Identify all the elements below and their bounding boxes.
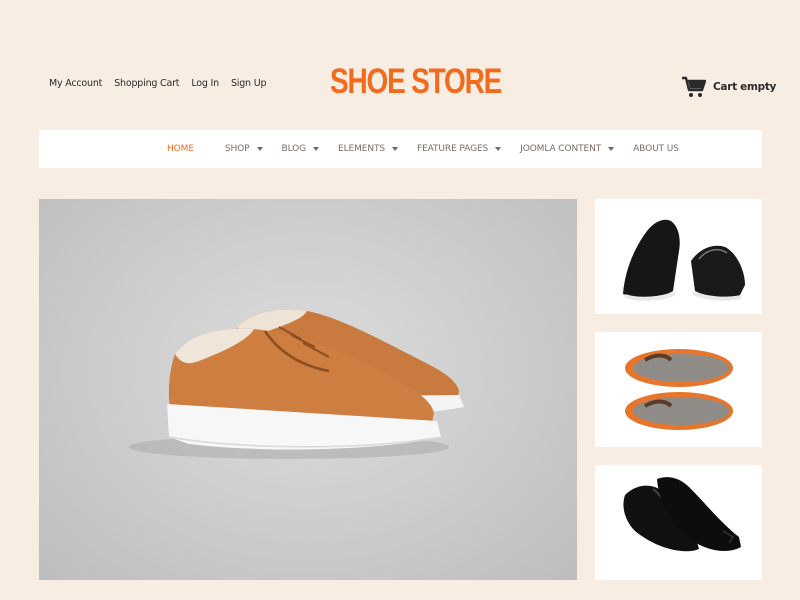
caret-down-icon [495, 147, 502, 151]
top-links: My Account Shopping Cart Log In Sign Up [49, 78, 266, 89]
nav-joomla-content-label: JOOMLA CONTENT [520, 144, 602, 154]
nav-about-us[interactable]: ABOUT US [633, 144, 679, 154]
caret-down-icon [608, 147, 615, 151]
nav-feature-pages-label: FEATURE PAGES [417, 144, 489, 154]
nav-feature-pages[interactable]: FEATURE PAGES [417, 144, 502, 154]
cart-widget[interactable]: Cart empty [682, 76, 776, 98]
nav-elements[interactable]: ELEMENTS [338, 144, 399, 154]
log-in-link[interactable]: Log In [191, 78, 219, 89]
nav-home[interactable]: HOME [167, 144, 194, 154]
nav-home-label: HOME [167, 144, 194, 154]
sign-up-link[interactable]: Sign Up [231, 78, 267, 89]
hero-banner-image[interactable] [39, 199, 577, 580]
cart-status: Cart empty [713, 81, 777, 93]
product-thumbnail-black-loafers[interactable] [595, 199, 762, 314]
main-nav: HOME SHOP BLOG ELEMENTS FEATURE PAGES JO… [39, 130, 762, 168]
cart-icon [682, 76, 706, 98]
nav-joomla-content[interactable]: JOOMLA CONTENT [520, 144, 615, 154]
product-thumbnail-black-oxfords[interactable] [595, 465, 762, 580]
nav-shop-label: SHOP [224, 144, 250, 154]
nav-blog-label: BLOG [281, 144, 307, 154]
nav-about-us-label: ABOUT US [633, 144, 679, 154]
store-logo[interactable]: SHOE STORE [330, 62, 502, 102]
caret-down-icon [313, 147, 320, 151]
nav-shop[interactable]: SHOP [225, 144, 263, 154]
product-thumbnail-grey-sneakers[interactable] [595, 332, 762, 447]
caret-down-icon [256, 147, 263, 151]
nav-blog[interactable]: BLOG [282, 144, 320, 154]
nav-elements-label: ELEMENTS [338, 144, 386, 154]
shopping-cart-link[interactable]: Shopping Cart [114, 78, 179, 89]
my-account-link[interactable]: My Account [49, 78, 102, 89]
caret-down-icon [392, 147, 399, 151]
